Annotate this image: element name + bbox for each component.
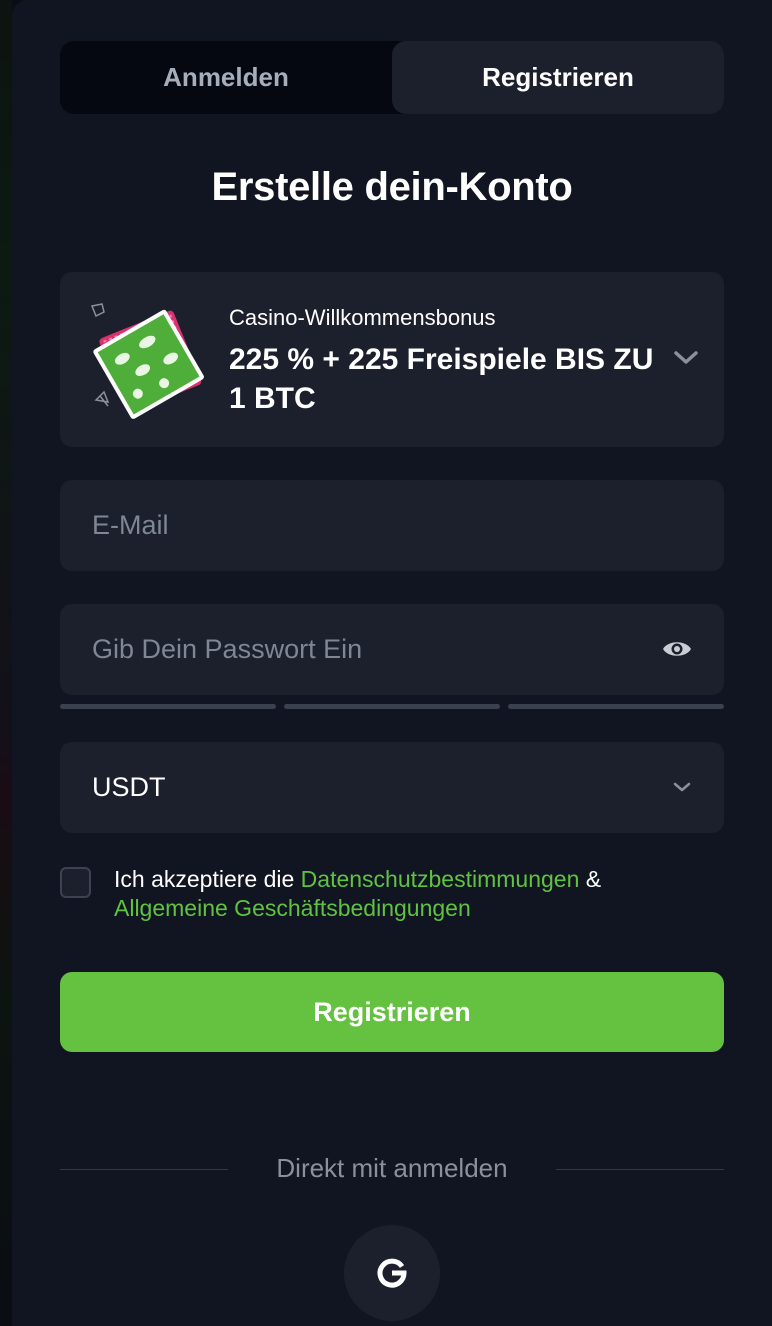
terms-prefix: Ich akzeptiere die — [114, 866, 295, 892]
divider-line-right — [556, 1169, 724, 1170]
eye-icon[interactable] — [662, 638, 692, 660]
divider-line-left — [60, 1169, 228, 1170]
terms-text: Ich akzeptiere die Datenschutzbestimmung… — [114, 865, 714, 923]
social-divider-text: Direkt mit anmelden — [276, 1153, 508, 1183]
google-icon — [377, 1258, 407, 1288]
strength-segment — [60, 704, 276, 709]
password-field — [60, 604, 724, 695]
tab-register[interactable]: Registrieren — [392, 41, 724, 114]
register-button[interactable]: Registrieren — [60, 972, 724, 1052]
bonus-image — [90, 303, 204, 419]
password-strength-meter — [60, 704, 724, 709]
strength-segment — [508, 704, 724, 709]
password-input[interactable] — [92, 604, 652, 695]
bonus-value: 225 % + 225 Freispiele BIS ZU 1 BTC — [229, 343, 654, 415]
bonus-selector[interactable]: Casino-Willkommensbonus 225 % + 225 Frei… — [60, 272, 724, 447]
bonus-label: Casino-Willkommensbonus — [229, 305, 496, 330]
email-input[interactable] — [92, 480, 652, 571]
strength-segment — [284, 704, 500, 709]
auth-tabs: Anmelden Registrieren — [60, 41, 724, 114]
tab-login[interactable]: Anmelden — [60, 41, 392, 114]
background-strip — [0, 0, 12, 1326]
google-login-button[interactable] — [344, 1225, 440, 1321]
terms-of-service-link[interactable]: Allgemeine Geschäftsbedingungen — [114, 895, 471, 921]
chevron-down-icon — [674, 351, 698, 364]
terms-checkbox[interactable] — [60, 867, 91, 898]
email-field — [60, 480, 724, 571]
currency-select[interactable]: USDT — [60, 742, 724, 833]
page-title: Erstelle dein-Konto — [211, 165, 573, 209]
chevron-down-icon — [673, 782, 691, 792]
currency-value: USDT — [92, 772, 166, 802]
privacy-policy-link[interactable]: Datenschutzbestimmungen — [301, 866, 580, 892]
terms-ampersand: & — [585, 866, 602, 892]
